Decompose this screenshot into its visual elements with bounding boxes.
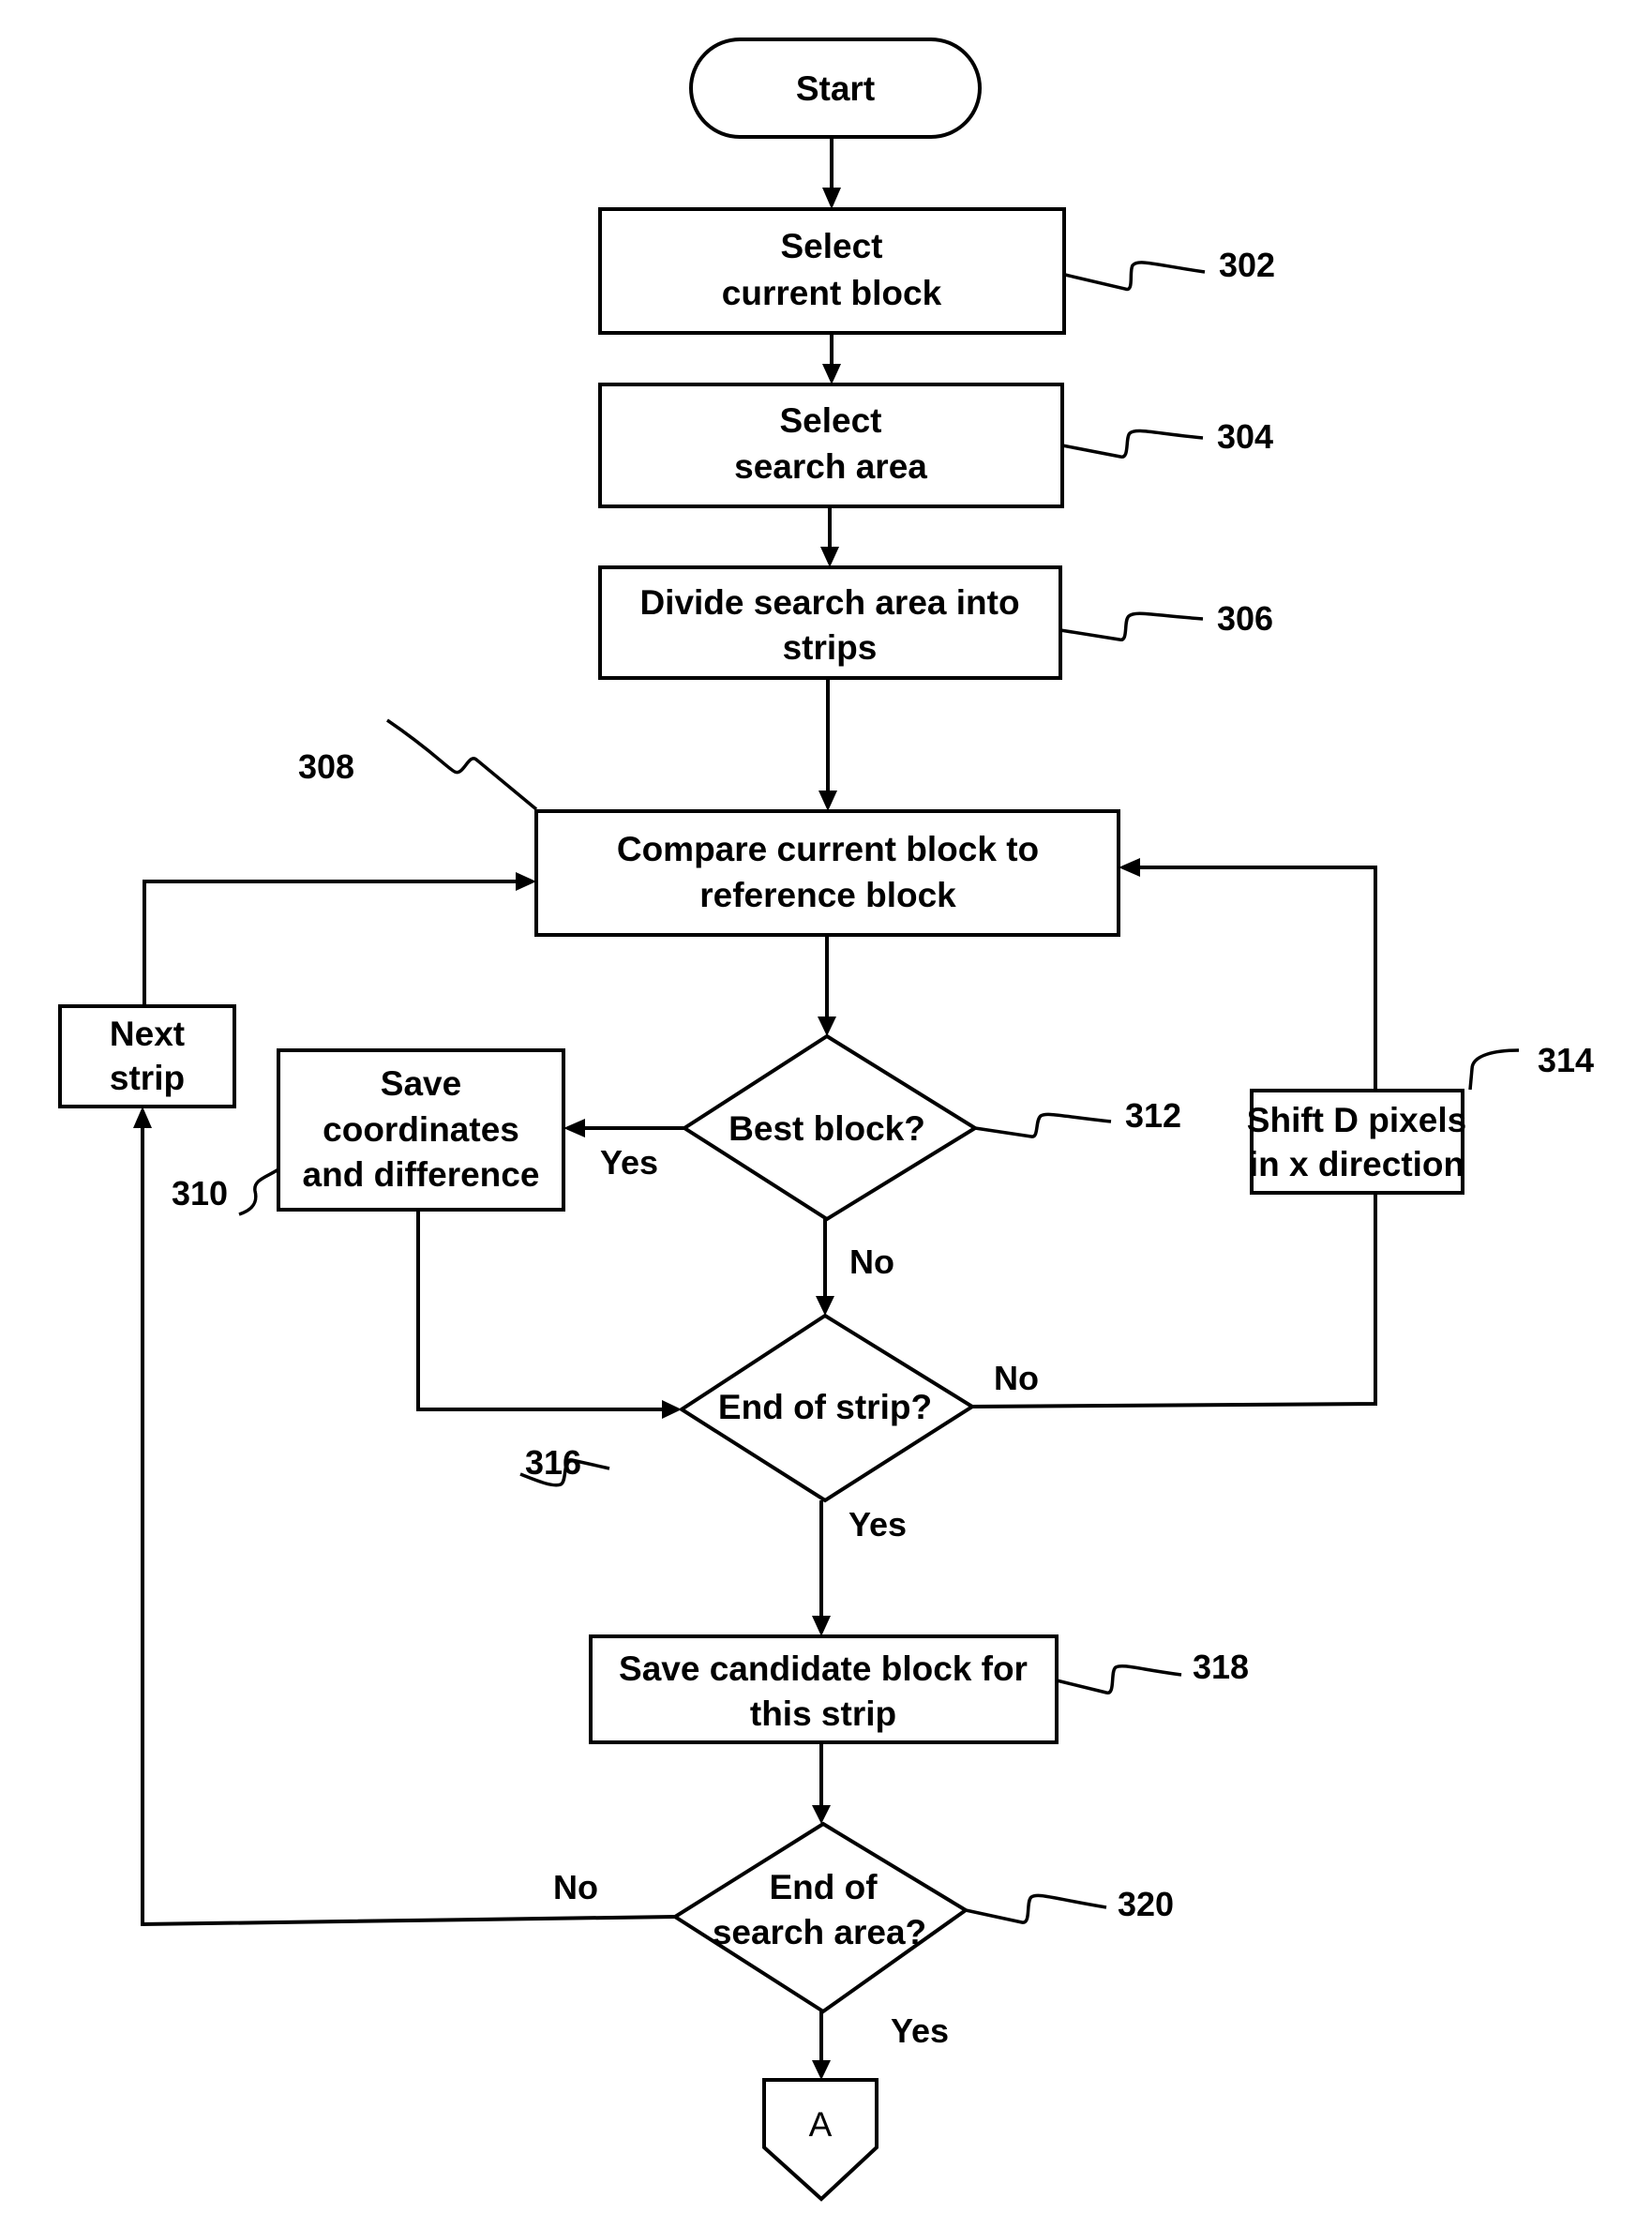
next-strip-label-line1: Next — [110, 1015, 185, 1053]
step-318-save-candidate[interactable]: Save candidate block for this strip — [589, 1634, 1059, 1744]
step-314-shift-pixels[interactable]: Shift D pixels in x direction — [1247, 1089, 1466, 1195]
step-310-label-line3: and difference — [303, 1155, 540, 1194]
arrowhead-icon — [812, 2060, 831, 2080]
ref-number-308: 308 — [298, 747, 354, 786]
step-next-strip[interactable]: Next strip — [58, 1004, 236, 1108]
arrowhead-icon — [818, 1017, 836, 1036]
decision-320-label-line1: End of — [769, 1868, 878, 1906]
arrowhead-icon — [133, 1107, 152, 1128]
leader-314 — [1468, 1048, 1520, 1091]
step-318-label-line2: this strip — [750, 1694, 896, 1733]
next-strip-label-line2: strip — [110, 1059, 185, 1097]
ref-number-316: 316 — [525, 1443, 581, 1482]
edge-next-strip-308 — [143, 880, 518, 1006]
leader-312 — [974, 1112, 1112, 1138]
arrowhead-icon — [822, 188, 841, 209]
ref-number-310: 310 — [172, 1174, 228, 1212]
step-318-label-line1: Save candidate block for — [619, 1649, 1028, 1688]
step-314-label-line2: in x direction — [1249, 1145, 1464, 1183]
arrowhead-icon — [816, 1296, 834, 1316]
decision-320-end-of-search-area[interactable]: End of search area? — [671, 1821, 969, 2014]
step-304-label-line1: Select — [779, 401, 881, 440]
arrowhead-icon — [822, 364, 841, 384]
edge-label-best-yes: Yes — [600, 1143, 658, 1182]
edge-label-best-no: No — [849, 1243, 894, 1281]
step-308-label-line1: Compare current block to — [617, 830, 1039, 868]
decision-320-label-line2: search area? — [713, 1913, 926, 1951]
step-308-compare-block[interactable]: Compare current block to reference block — [534, 809, 1120, 937]
leader-304 — [1061, 429, 1204, 459]
step-310-label-line1: Save — [381, 1064, 461, 1103]
edge-label-strip-no: No — [994, 1359, 1039, 1397]
start-label: Start — [796, 69, 875, 108]
decision-312-best-block[interactable]: Best block? — [681, 1033, 979, 1222]
edge-label-area-yes: Yes — [891, 2011, 949, 2050]
step-306-divide-search-area[interactable]: Divide search area into strips — [598, 565, 1062, 680]
decision-316-end-of-strip[interactable]: End of strip? — [678, 1313, 976, 1503]
decision-312-label: Best block? — [728, 1109, 925, 1148]
flowchart: Start Select current block 302 Select se… — [58, 38, 1594, 2202]
step-314-label-line1: Shift D pixels — [1247, 1101, 1466, 1139]
edge-314-308 — [1136, 866, 1377, 1091]
step-308-label-line2: reference block — [699, 876, 956, 914]
edge-310-316 — [416, 1210, 666, 1411]
step-302-label-line1: Select — [780, 227, 882, 265]
ref-number-306: 306 — [1217, 599, 1273, 638]
step-306-label-line1: Divide search area into — [639, 583, 1019, 622]
leader-320 — [965, 1893, 1107, 1924]
ref-number-312: 312 — [1125, 1096, 1181, 1135]
leader-318 — [1056, 1664, 1182, 1694]
step-310-label-line2: coordinates — [323, 1110, 519, 1149]
arrowhead-icon — [812, 1616, 831, 1636]
arrowhead-icon — [563, 1119, 585, 1137]
leader-306 — [1059, 611, 1204, 641]
step-302-select-current-block[interactable]: Select current block — [598, 207, 1066, 335]
decision-316-label: End of strip? — [718, 1388, 932, 1426]
arrowhead-icon — [516, 872, 536, 891]
step-306-label-line2: strips — [783, 628, 878, 667]
connector-a-label: A — [809, 2105, 833, 2144]
leader-308 — [386, 718, 538, 811]
arrowhead-icon — [820, 547, 839, 567]
edge-320-next-strip — [141, 1125, 676, 1927]
leader-302 — [1064, 261, 1206, 292]
ref-number-314: 314 — [1538, 1041, 1594, 1079]
ref-number-304: 304 — [1217, 417, 1273, 456]
arrowhead-icon — [818, 791, 837, 811]
offpage-connector-a[interactable]: A — [762, 2078, 879, 2202]
leader-310 — [238, 1167, 279, 1216]
arrowhead-icon — [1119, 858, 1140, 877]
step-304-select-search-area[interactable]: Select search area — [598, 383, 1064, 508]
arrowhead-icon — [812, 1805, 831, 1824]
ref-number-320: 320 — [1118, 1885, 1174, 1923]
ref-number-302: 302 — [1219, 246, 1275, 284]
edge-label-strip-yes: Yes — [849, 1505, 907, 1544]
step-310-save-coordinates[interactable]: Save coordinates and difference — [277, 1048, 565, 1212]
step-304-label-line2: search area — [734, 447, 927, 486]
step-302-label-line2: current block — [722, 274, 942, 312]
edge-label-area-no: No — [553, 1868, 598, 1906]
ref-number-318: 318 — [1193, 1648, 1249, 1686]
start-terminal[interactable]: Start — [689, 38, 982, 139]
